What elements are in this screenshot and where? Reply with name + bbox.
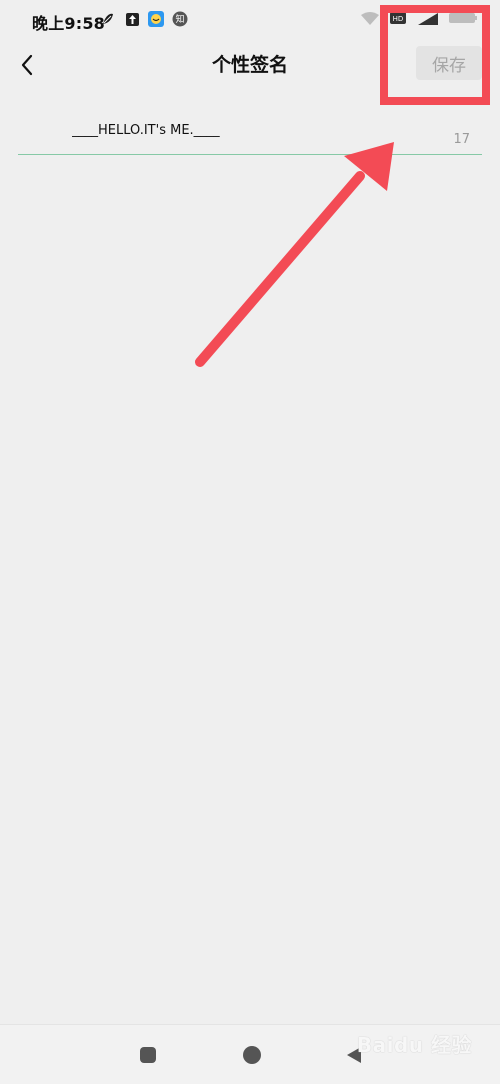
- status-time: 晚上9:58: [32, 14, 105, 33]
- recent-apps-button[interactable]: [134, 1041, 162, 1069]
- zhi-label: 知: [175, 13, 184, 25]
- status-right-icons: HD: [360, 10, 478, 29]
- back-button[interactable]: [10, 48, 44, 82]
- status-left-icons: 知: [100, 11, 188, 27]
- zhi-icon: 知: [172, 11, 188, 27]
- chevron-left-icon: [21, 54, 33, 76]
- signature-field: 17: [18, 110, 482, 155]
- nav-bar: [0, 1024, 500, 1084]
- home-icon: [243, 1046, 261, 1064]
- back-navigation-button[interactable]: [340, 1041, 368, 1069]
- screen: 晚上9:58 知 HD 个性签名 保存 ____HELLO.IT's ME.__…: [0, 0, 500, 1084]
- hd-icon: HD: [390, 10, 406, 29]
- annotation-arrow: [195, 142, 394, 367]
- status-bar: 晚上9:58 知 HD: [0, 0, 500, 40]
- battery-icon: [448, 10, 478, 29]
- recent-apps-icon: [140, 1047, 156, 1063]
- wifi-icon: [360, 10, 380, 29]
- leaf-icon: [100, 11, 116, 27]
- signature-input[interactable]: [72, 118, 432, 142]
- signal-icon: [416, 10, 438, 29]
- upload-icon: [124, 11, 140, 27]
- char-count: 17: [453, 132, 470, 147]
- home-button[interactable]: [238, 1041, 266, 1069]
- back-triangle-icon: [347, 1047, 361, 1063]
- save-button[interactable]: 保存: [416, 46, 482, 80]
- hd-label: HD: [393, 15, 404, 23]
- title-bar: 个性签名 保存: [0, 40, 500, 88]
- app-icon: [148, 11, 164, 27]
